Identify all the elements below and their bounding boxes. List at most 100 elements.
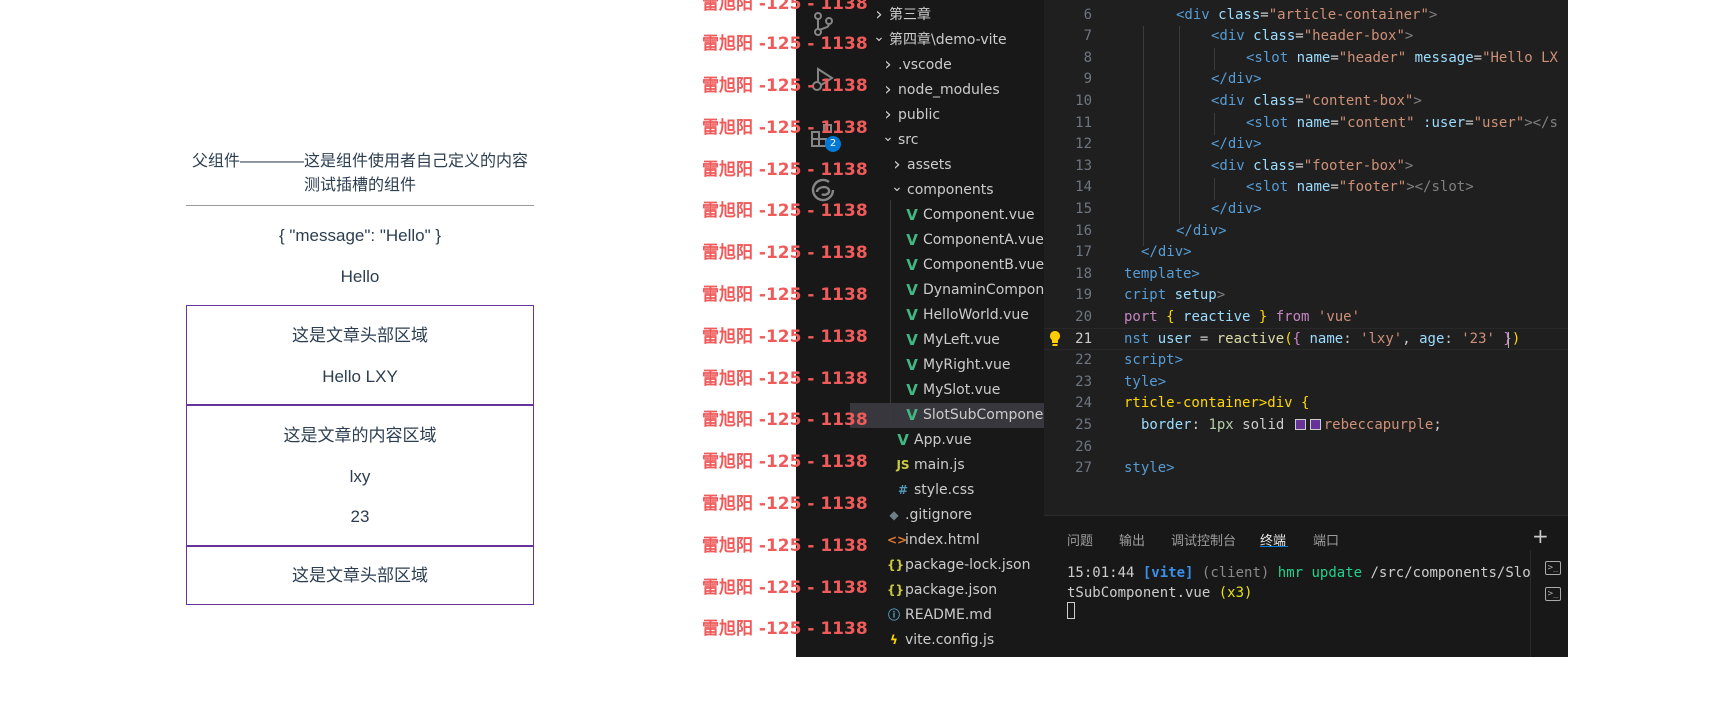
explorer-item[interactable]: V HelloWorld.vue	[850, 303, 1044, 328]
terminal-instance-icon[interactable]: >_	[1545, 587, 1561, 601]
content-box: 这是文章的内容区域 lxy 23	[186, 405, 534, 546]
explorer-item[interactable]: ⌄ src	[850, 128, 1044, 153]
code-line[interactable]: <slot name="footer"></slot>	[1246, 177, 1474, 199]
indent-guide	[1214, 113, 1215, 135]
explorer-item-label: MyRight.vue	[923, 357, 1011, 373]
content-box-title: 这是文章的内容区域	[283, 426, 437, 445]
explorer-item[interactable]: › public	[850, 103, 1044, 128]
tab-problems[interactable]: 问题	[1067, 530, 1093, 549]
explorer-item-label: ComponentB.vue	[923, 257, 1044, 273]
explorer-item[interactable]: ⌄ 第四章\demo-vite	[850, 28, 1044, 53]
code-line[interactable]: rticle-container>div {	[1124, 393, 1309, 415]
indent-guide	[1179, 26, 1180, 224]
explorer-item[interactable]: › node_modules	[850, 78, 1044, 103]
watermark-text: 雷旭阳 -125 - 1138	[702, 201, 868, 221]
explorer-item[interactable]: V DynaminCompon...	[850, 278, 1044, 303]
horizontal-rule	[186, 205, 534, 206]
code-line[interactable]: <slot name="header" message="Hello LX	[1246, 48, 1558, 70]
message-text: Hello	[340, 267, 380, 286]
code-line[interactable]: tyle>	[1124, 372, 1166, 394]
explorer-item[interactable]: V App.vue	[850, 428, 1044, 453]
watermark-text: 雷旭阳 -125 - 1138	[702, 118, 868, 138]
indent-guide	[1214, 178, 1215, 200]
explorer-item[interactable]: {} package.json	[850, 578, 1044, 603]
explorer-item[interactable]: {} package-lock.json	[850, 553, 1044, 578]
code-line[interactable]: border: 1px solid rebeccapurple;	[1141, 415, 1442, 437]
vite-file-icon: ϟ	[890, 633, 898, 647]
code-line[interactable]: <div class="header-box">	[1211, 26, 1413, 48]
explorer-item[interactable]: ◆ .gitignore	[850, 503, 1044, 528]
explorer-item[interactable]: › .vscode	[850, 53, 1044, 78]
explorer-item[interactable]: <> index.html	[850, 528, 1044, 553]
explorer-item[interactable]: ϟ vite.config.js	[850, 628, 1044, 653]
explorer-item-label: App.vue	[914, 432, 972, 448]
chevron-down-icon: ⌄	[891, 179, 903, 195]
code-line[interactable]: </div>	[1211, 199, 1262, 221]
code-line[interactable]: </div>	[1211, 69, 1262, 91]
explorer-item-label: index.html	[905, 532, 980, 548]
explorer-item[interactable]: › assets	[850, 153, 1044, 178]
explorer-item[interactable]: V ComponentA.vue	[850, 228, 1044, 253]
line-number: 27	[1075, 460, 1092, 477]
tab-ports[interactable]: 端口	[1313, 530, 1339, 549]
code-line[interactable]: style>	[1124, 458, 1175, 480]
vue-file-icon: V	[897, 431, 909, 449]
vue-file-icon: V	[906, 281, 918, 299]
chevron-right-icon: ›	[884, 104, 892, 125]
line-number: 25	[1075, 416, 1092, 433]
explorer-item[interactable]: V SlotSubCompone...	[850, 403, 1044, 428]
code-editor[interactable]: 6 7 8 9 10 11 12 13 14 15 16 17 18 19 20 21 22 23 24 25 26 27…	[1044, 0, 1568, 515]
explorer-item-label: package.json	[905, 582, 998, 598]
watermark-text: 雷旭阳 -125 - 1138	[702, 160, 868, 180]
terminal-instance-icon[interactable]: >_	[1545, 561, 1561, 575]
code-line[interactable]: port { reactive } from 'vue'	[1124, 307, 1360, 329]
line-number: 10	[1075, 92, 1092, 109]
explorer-item-label: public	[898, 107, 941, 123]
tab-output[interactable]: 输出	[1119, 530, 1145, 549]
css-file-icon: #	[897, 483, 909, 497]
new-terminal-icon[interactable]: +	[1532, 524, 1549, 548]
color-swatch-icon[interactable]	[1294, 418, 1306, 430]
explorer-item[interactable]: › 第三章	[850, 3, 1044, 28]
line-number: 12	[1075, 136, 1092, 153]
watermark-text: 雷旭阳 -125 - 1138	[702, 578, 868, 598]
explorer-item[interactable]: ⌄ components	[850, 178, 1044, 203]
tab-debug-console[interactable]: 调试控制台	[1171, 530, 1236, 549]
code-line[interactable]: </div>	[1176, 221, 1227, 243]
color-swatch-icon[interactable]	[1309, 418, 1321, 430]
code-line[interactable]: <div class="footer-box">	[1211, 156, 1413, 178]
code-line[interactable]: <div class="content-box">	[1211, 91, 1422, 113]
chevron-right-icon: ›	[893, 154, 901, 175]
code-line[interactable]: cript setup>	[1124, 285, 1225, 307]
header-box-message: Hello LXY	[322, 367, 398, 386]
indent-guide	[1143, 26, 1144, 246]
code-line[interactable]: <div class="article-container">	[1176, 5, 1437, 27]
explorer-item[interactable]: V Component.vue	[850, 203, 1044, 228]
explorer-item[interactable]: JS main.js	[850, 453, 1044, 478]
footer-box: 这是文章头部区域	[186, 546, 534, 605]
explorer-item-label: components	[907, 182, 994, 198]
content-box-age: 23	[350, 507, 370, 526]
code-line[interactable]: nst user = reactive({ name: 'lxy', age: …	[1124, 329, 1520, 351]
vue-file-icon: V	[906, 306, 918, 324]
code-line[interactable]: </div>	[1211, 134, 1262, 156]
explorer-item[interactable]: V MyLeft.vue	[850, 328, 1044, 353]
chevron-down-icon: ⌄	[873, 29, 885, 45]
explorer-item[interactable]: V MySlot.vue	[850, 378, 1044, 403]
active-tab-underline	[1260, 546, 1288, 547]
code-line[interactable]: <slot name="content" :user="user"></s	[1246, 113, 1558, 135]
explorer-item[interactable]: # style.css	[850, 478, 1044, 503]
lightbulb-icon[interactable]	[1048, 330, 1062, 348]
code-line[interactable]: </div>	[1141, 242, 1192, 264]
watermark-text: 雷旭阳 -125 - 1138	[702, 619, 868, 639]
explorer-item[interactable]: ⓘ README.md	[850, 603, 1044, 628]
explorer-item-label: package-lock.json	[905, 557, 1031, 573]
explorer-item[interactable]: V MyRight.vue	[850, 353, 1044, 378]
code-line[interactable]: script>	[1124, 350, 1183, 372]
edge-browser-icon[interactable]	[809, 176, 837, 204]
code-line[interactable]: template>	[1124, 264, 1200, 286]
vue-file-icon: V	[906, 206, 918, 224]
explorer-item[interactable]: V ComponentB.vue	[850, 253, 1044, 278]
js-file-icon: JS	[896, 458, 910, 472]
explorer-item-label: README.md	[905, 607, 992, 623]
